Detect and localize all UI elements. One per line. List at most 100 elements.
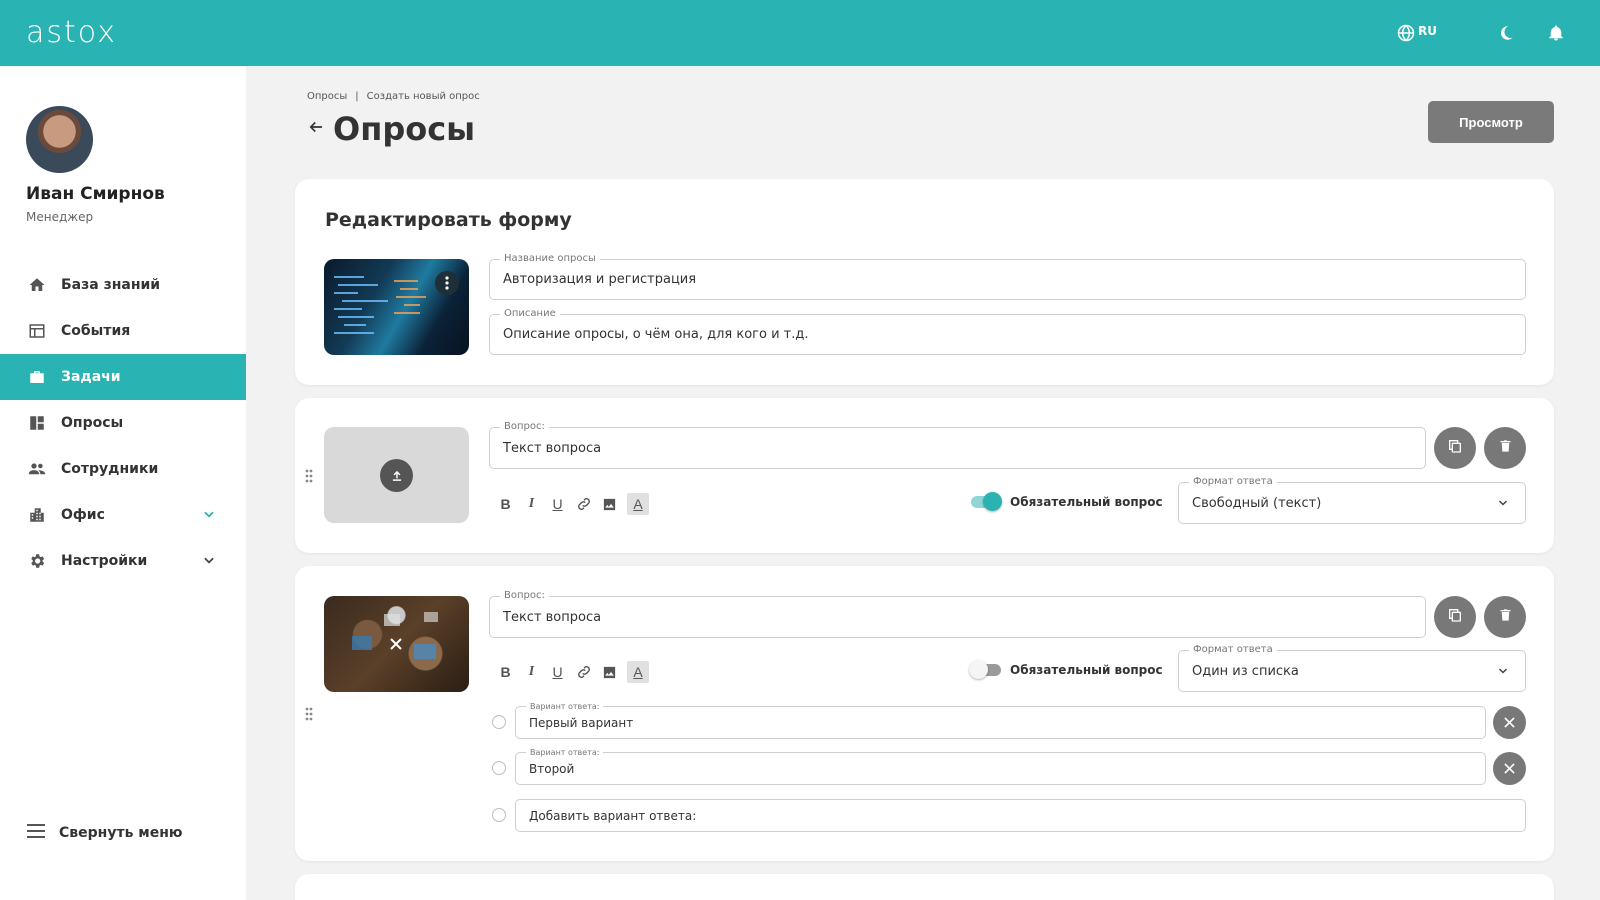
breadcrumb: Опросы | Создать новый опрос [307, 91, 480, 102]
question-card: Вопрос: Текст вопроса B I U A Обязательн… [295, 398, 1554, 553]
option-radio[interactable] [492, 761, 506, 775]
image-icon[interactable] [601, 494, 618, 514]
chevron-down-icon[interactable] [202, 507, 216, 525]
language-selector[interactable]: RU [1418, 24, 1437, 38]
italic-button[interactable]: I [523, 662, 540, 682]
page-title: Опросы [333, 110, 476, 148]
sidebar-item-tasks[interactable]: Задачи [0, 354, 246, 400]
preview-button[interactable]: Просмотр [1428, 101, 1554, 143]
moon-icon[interactable] [1495, 22, 1517, 44]
back-arrow-icon[interactable] [307, 118, 325, 140]
answer-option-value: Первый вариант [529, 715, 634, 730]
sidebar-item-label: Опросы [61, 415, 124, 431]
form-heading: Редактировать форму [325, 209, 572, 231]
close-icon [1504, 713, 1515, 732]
text-format-toolbar: B I U A [497, 661, 649, 683]
trash-icon [1498, 607, 1513, 627]
bold-button[interactable]: B [497, 662, 514, 682]
bell-icon[interactable] [1545, 22, 1567, 44]
people-icon [27, 459, 47, 479]
bold-button[interactable]: B [497, 494, 514, 514]
answer-option-value: Второй [529, 761, 575, 776]
text-color-button[interactable]: A [627, 493, 649, 515]
delete-question-button[interactable] [1484, 427, 1526, 469]
underline-button[interactable]: U [549, 494, 566, 514]
question-text-field[interactable]: Вопрос: Текст вопроса [489, 590, 1426, 638]
sidebar-item-label: Настройки [61, 553, 148, 569]
question-card [295, 874, 1554, 900]
sidebar-item-surveys[interactable]: Опросы [0, 400, 246, 446]
sidebar-item-settings[interactable]: Настройки [0, 538, 246, 584]
answer-option-field[interactable]: Вариант ответа: Первый вариант [515, 702, 1486, 739]
copy-icon [1447, 607, 1463, 627]
trash-icon [1498, 438, 1513, 458]
drag-handle-icon[interactable] [305, 706, 313, 725]
user-role: Менеджер [26, 210, 94, 224]
question-image[interactable] [324, 596, 469, 692]
breadcrumb-root[interactable]: Опросы [307, 91, 347, 102]
upload-icon[interactable] [380, 459, 413, 492]
toggle-knob [983, 492, 1002, 511]
sidebar-nav: База знаний События Задачи Опросы Сотруд… [0, 262, 246, 584]
add-option-placeholder: Добавить вариант ответа: [529, 808, 697, 823]
link-icon[interactable] [575, 662, 592, 682]
more-vertical-icon[interactable] [435, 271, 459, 295]
answer-format-select[interactable]: Формат ответа Свободный (текст) [1178, 476, 1526, 524]
menu-icon [27, 824, 45, 842]
survey-name-value: Авторизация и регистрация [503, 272, 697, 287]
globe-icon[interactable] [1395, 22, 1417, 44]
link-icon[interactable] [575, 494, 592, 514]
survey-description-field[interactable]: Описание Описание опросы, о чём она, для… [489, 308, 1526, 355]
drag-handle-icon[interactable] [305, 468, 313, 487]
chevron-down-icon [1497, 662, 1509, 681]
survey-cover-image[interactable] [324, 259, 469, 355]
sidebar: Иван Смирнов Менеджер База знаний Событи… [0, 66, 246, 900]
sidebar-item-label: Сотрудники [61, 461, 159, 477]
add-option-field[interactable]: Добавить вариант ответа: [515, 799, 1526, 832]
gear-icon [27, 551, 47, 571]
toggle-knob [969, 660, 988, 679]
sidebar-item-events[interactable]: События [0, 308, 246, 354]
user-name: Иван Смирнов [26, 184, 165, 204]
question-text-field[interactable]: Вопрос: Текст вопроса [489, 421, 1426, 469]
close-icon [1504, 759, 1515, 778]
remove-option-button[interactable] [1493, 706, 1526, 739]
image-upload-area[interactable] [324, 427, 469, 523]
required-toggle[interactable] [971, 492, 1002, 511]
sidebar-item-employees[interactable]: Сотрудники [0, 446, 246, 492]
sidebar-item-office[interactable]: Офис [0, 492, 246, 538]
dashboard-icon [27, 413, 47, 433]
sidebar-item-knowledge-base[interactable]: База знаний [0, 262, 246, 308]
answer-format-value: Один из списка [1192, 663, 1299, 679]
answer-format-select[interactable]: Формат ответа Один из списка [1178, 644, 1526, 692]
survey-name-field[interactable]: Название опросы Авторизация и регистраци… [489, 253, 1526, 300]
remove-option-button[interactable] [1493, 752, 1526, 785]
required-label: Обязательный вопрос [1010, 663, 1163, 677]
italic-button[interactable]: I [523, 494, 540, 514]
sidebar-item-label: Задачи [61, 369, 121, 385]
required-label: Обязательный вопрос [1010, 495, 1163, 509]
chevron-down-icon[interactable] [202, 553, 216, 571]
sidebar-item-label: Офис [61, 507, 105, 523]
collapse-menu-button[interactable]: Свернуть меню [27, 824, 183, 842]
option-radio[interactable] [492, 715, 506, 729]
underline-button[interactable]: U [549, 662, 566, 682]
remove-image-icon[interactable] [386, 634, 406, 654]
collapse-menu-label: Свернуть меню [59, 825, 183, 841]
copy-icon [1447, 438, 1463, 458]
briefcase-icon [27, 367, 47, 387]
answer-option-field[interactable]: Вариант ответа: Второй [515, 748, 1486, 785]
image-icon[interactable] [601, 662, 618, 682]
answer-format-value: Свободный (текст) [1192, 495, 1322, 511]
delete-question-button[interactable] [1484, 596, 1526, 638]
avatar[interactable] [26, 106, 93, 173]
option-radio[interactable] [492, 808, 506, 822]
text-format-toolbar: B I U A [497, 493, 649, 515]
text-color-button[interactable]: A [627, 661, 649, 683]
required-toggle[interactable] [969, 660, 1001, 679]
duplicate-question-button[interactable] [1434, 596, 1476, 638]
duplicate-question-button[interactable] [1434, 427, 1476, 469]
survey-description-value: Описание опросы, о чём она, для кого и т… [503, 327, 809, 342]
building-icon [27, 505, 47, 525]
app-logo[interactable]: astox [26, 17, 117, 49]
